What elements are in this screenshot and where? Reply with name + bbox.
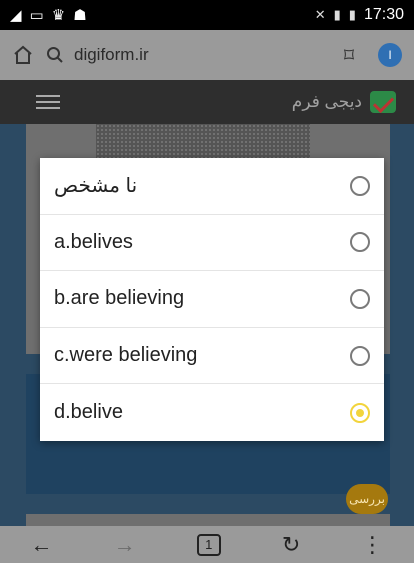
status-bar: ◢ ▭ ♛ ☗ ✕ ▮ ▮ 17:30 xyxy=(0,0,414,30)
option-b[interactable]: b.are believing xyxy=(40,271,384,328)
forward-arrow-icon[interactable]: → xyxy=(114,532,136,558)
browser-toolbar: digiform.ir ⌑ I xyxy=(0,30,414,80)
signal-icon: ▮ xyxy=(333,7,341,22)
app-icon: ♛ xyxy=(51,7,66,24)
option-a[interactable]: a.belives xyxy=(40,215,384,272)
radio-button[interactable] xyxy=(350,345,370,366)
radio-button[interactable] xyxy=(350,288,370,309)
navigation-icon: ◢ xyxy=(10,7,22,24)
option-c[interactable]: c.were believing xyxy=(40,328,384,385)
message-icon: ▭ xyxy=(29,7,44,24)
option-label: نا مشخص xyxy=(54,175,138,198)
profile-avatar[interactable]: I xyxy=(378,43,402,67)
radio-button[interactable] xyxy=(350,175,370,196)
option-label: a.belives xyxy=(54,230,133,253)
menu-icon[interactable] xyxy=(36,95,60,109)
back-arrow-icon[interactable]: ← xyxy=(31,532,53,558)
more-menu-icon[interactable]: ⋮ xyxy=(361,532,383,558)
radio-button[interactable] xyxy=(350,232,370,253)
search-icon xyxy=(47,47,63,63)
status-left-icons: ◢ ▭ ♛ ☗ xyxy=(10,6,87,24)
radio-button-selected[interactable] xyxy=(350,402,370,423)
mute-icon: ✕ xyxy=(314,7,326,22)
address-bar[interactable]: digiform.ir xyxy=(46,37,334,73)
battery-icon: ▮ xyxy=(348,7,356,22)
brand[interactable]: دیجی فرم xyxy=(292,91,396,113)
option-unspecified[interactable]: نا مشخص xyxy=(40,158,384,215)
home-icon[interactable] xyxy=(12,44,34,66)
refresh-icon[interactable]: ↻ xyxy=(282,532,300,558)
options-dialog: نا مشخص a.belives b.are believing c.were… xyxy=(40,158,384,441)
option-label: c.were believing xyxy=(54,344,198,367)
question-image xyxy=(96,124,310,160)
status-right-icons: ✕ ▮ ▮ 17:30 xyxy=(315,6,404,24)
review-button[interactable]: بررسی xyxy=(346,484,388,514)
tabs-button[interactable]: 1 xyxy=(196,533,221,556)
option-label: d.belive xyxy=(54,401,123,424)
browser-bottom-nav: ← → 1 ↻ ⋮ xyxy=(0,526,414,563)
option-label: b.are believing xyxy=(54,287,185,310)
url-text: digiform.ir xyxy=(74,45,149,64)
game-icon: ☗ xyxy=(73,7,87,24)
status-time: 17:30 xyxy=(363,6,404,23)
site-header: دیجی فرم xyxy=(0,80,414,124)
option-d[interactable]: d.belive xyxy=(40,384,384,441)
next-card xyxy=(26,514,390,526)
brand-name: دیجی فرم xyxy=(291,92,362,111)
logo-icon xyxy=(370,91,396,113)
bookmark-add-icon[interactable]: ⌑ xyxy=(334,43,364,68)
